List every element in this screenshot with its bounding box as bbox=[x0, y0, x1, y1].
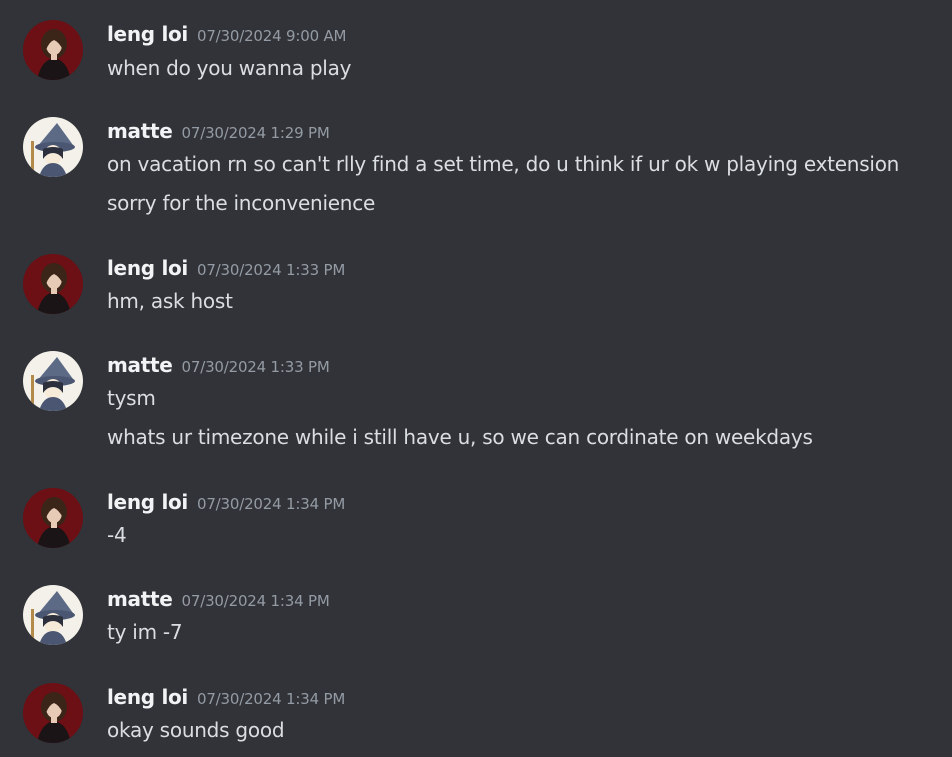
message-text: tysm bbox=[107, 386, 156, 410]
matte-avatar bbox=[23, 351, 83, 411]
message-text: on vacation rn so can't rlly find a set … bbox=[107, 152, 900, 176]
username[interactable]: matte bbox=[107, 587, 173, 611]
username[interactable]: leng loi bbox=[107, 490, 188, 514]
message-header: matte 07/30/2024 1:29 PM bbox=[107, 117, 330, 145]
timestamp: 07/30/2024 1:33 PM bbox=[181, 358, 330, 376]
avatar-leng-loi[interactable] bbox=[23, 488, 83, 548]
username[interactable]: matte bbox=[107, 119, 173, 143]
message-header: matte 07/30/2024 1:34 PM bbox=[107, 585, 330, 613]
avatar-matte[interactable] bbox=[23, 585, 83, 645]
leng-loi-avatar bbox=[23, 488, 83, 548]
avatar-leng-loi[interactable] bbox=[23, 683, 83, 743]
username[interactable]: matte bbox=[107, 353, 173, 377]
avatar-matte[interactable] bbox=[23, 351, 83, 411]
message-text: ty im -7 bbox=[107, 620, 183, 644]
message-text: hm, ask host bbox=[107, 289, 233, 313]
avatar-leng-loi[interactable] bbox=[23, 20, 83, 80]
timestamp: 07/30/2024 1:29 PM bbox=[181, 124, 330, 142]
matte-avatar bbox=[23, 585, 83, 645]
message-list: leng loi 07/30/2024 9:00 AM when do you w… bbox=[0, 0, 952, 757]
leng-loi-avatar bbox=[23, 254, 83, 314]
username[interactable]: leng loi bbox=[107, 256, 188, 280]
message-header: leng loi 07/30/2024 9:00 AM bbox=[107, 20, 346, 48]
timestamp: 07/30/2024 1:33 PM bbox=[197, 261, 346, 279]
username[interactable]: leng loi bbox=[107, 685, 188, 709]
message-text: whats ur timezone while i still have u, … bbox=[107, 425, 813, 449]
message-header: leng loi 07/30/2024 1:34 PM bbox=[107, 488, 345, 516]
timestamp: 07/30/2024 1:34 PM bbox=[197, 495, 346, 513]
message-header: leng loi 07/30/2024 1:33 PM bbox=[107, 254, 345, 282]
timestamp: 07/30/2024 1:34 PM bbox=[197, 690, 346, 708]
timestamp: 07/30/2024 9:00 AM bbox=[197, 27, 347, 45]
leng-loi-avatar bbox=[23, 683, 83, 743]
message-header: matte 07/30/2024 1:33 PM bbox=[107, 351, 330, 379]
avatar-leng-loi[interactable] bbox=[23, 254, 83, 314]
message-text: -4 bbox=[107, 523, 127, 547]
matte-avatar bbox=[23, 117, 83, 177]
username[interactable]: leng loi bbox=[107, 22, 188, 46]
message-text: okay sounds good bbox=[107, 718, 285, 742]
message-header: leng loi 07/30/2024 1:34 PM bbox=[107, 683, 345, 711]
leng-loi-avatar bbox=[23, 20, 83, 80]
avatar-matte[interactable] bbox=[23, 117, 83, 177]
message-text: when do you wanna play bbox=[107, 56, 352, 80]
timestamp: 07/30/2024 1:34 PM bbox=[181, 592, 330, 610]
message-text: sorry for the inconvenience bbox=[107, 191, 376, 215]
